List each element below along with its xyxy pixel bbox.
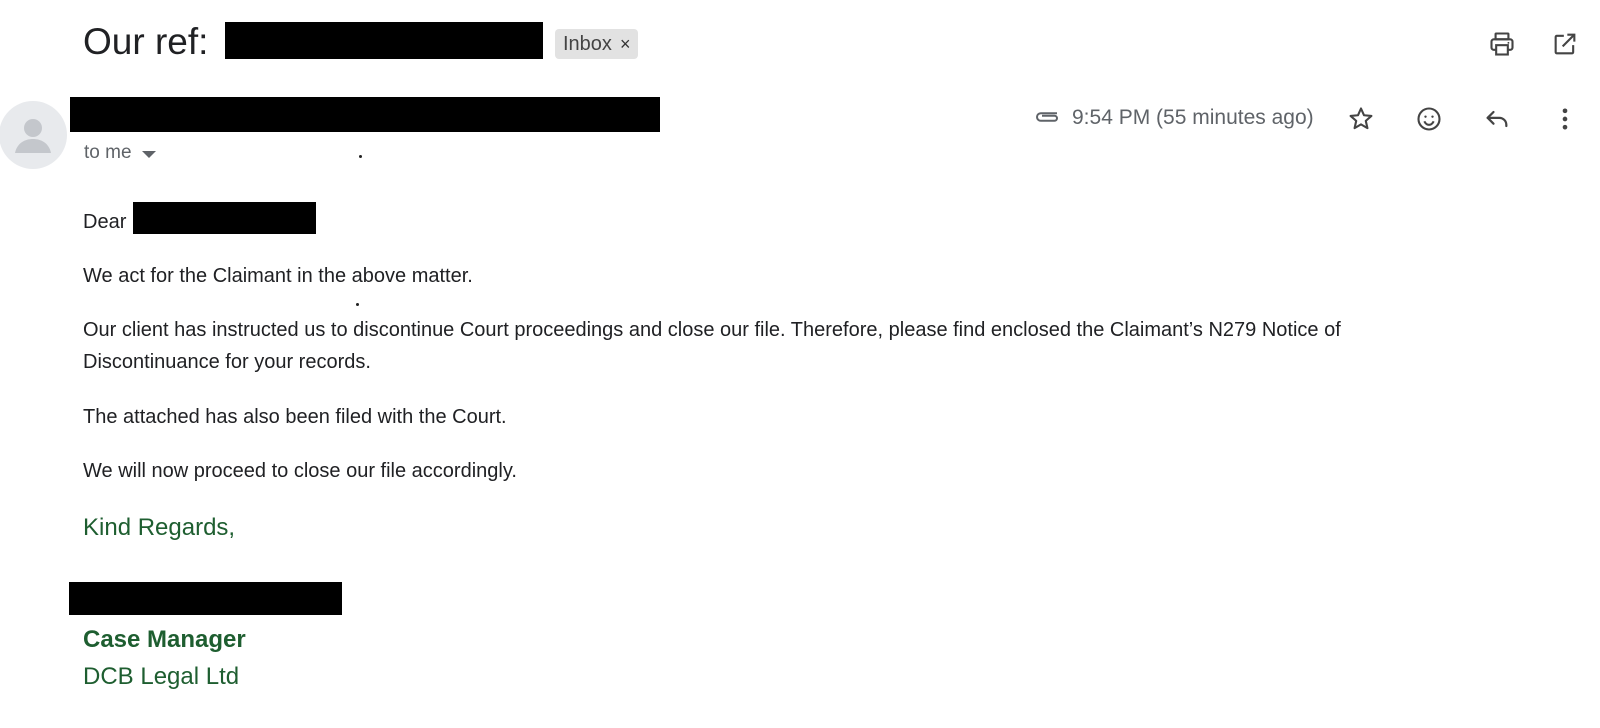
more-options-button[interactable] — [1545, 99, 1585, 139]
greeting: Dear — [83, 206, 126, 238]
paragraph-1: We act for the Claimant in the above mat… — [83, 265, 473, 287]
redacted-reference — [225, 22, 543, 59]
recipient-label: to me — [84, 142, 132, 163]
subject-prefix: Our ref: — [83, 21, 209, 62]
paragraph-3: The attached has also been filed with th… — [83, 406, 507, 428]
signature-title: Case Manager — [83, 626, 246, 653]
email-subject: Our ref: — [83, 18, 208, 66]
print-button[interactable] — [1482, 24, 1522, 64]
reply-icon — [1486, 110, 1508, 128]
open-in-new-window-button[interactable] — [1545, 24, 1585, 64]
stray-dot-2 — [356, 303, 359, 306]
stray-dot — [359, 155, 362, 158]
reply-button[interactable] — [1477, 99, 1517, 139]
redacted-recipient-name — [133, 202, 316, 234]
paragraph-4: We will now proceed to close our file ac… — [83, 460, 517, 482]
signature-company: DCB Legal Ltd — [83, 663, 240, 690]
add-reaction-button[interactable] — [1409, 99, 1449, 139]
greeting-text: Dear — [83, 211, 127, 233]
paragraph-2-line-2: Discontinuance for your records. — [83, 351, 371, 373]
paperclip-icon — [1036, 112, 1058, 122]
recipient-details-toggle[interactable]: to me — [84, 139, 156, 167]
redacted-signer-name — [69, 582, 342, 615]
sender-avatar[interactable] — [0, 101, 67, 169]
attachment-indicator — [1027, 97, 1067, 137]
more-vert-icon — [1562, 108, 1568, 130]
redacted-sender-name — [70, 97, 660, 132]
inbox-label-chip: Inbox × — [555, 29, 639, 59]
caret-down-icon — [141, 150, 156, 158]
star-button[interactable] — [1341, 99, 1381, 139]
person-icon — [15, 119, 51, 153]
remove-label-button[interactable]: × — [620, 29, 631, 59]
print-icon — [1490, 32, 1514, 56]
paragraph-2-line-1: Our client has instructed us to disconti… — [83, 319, 1341, 341]
closing-line: Kind Regards, — [83, 514, 236, 541]
emoji-icon — [1417, 107, 1441, 131]
open-in-new-icon — [1554, 33, 1576, 55]
chip-label: Inbox — [563, 33, 612, 55]
star-icon — [1349, 107, 1373, 130]
message-time: 9:54 PM (55 minutes ago) — [1072, 106, 1314, 129]
